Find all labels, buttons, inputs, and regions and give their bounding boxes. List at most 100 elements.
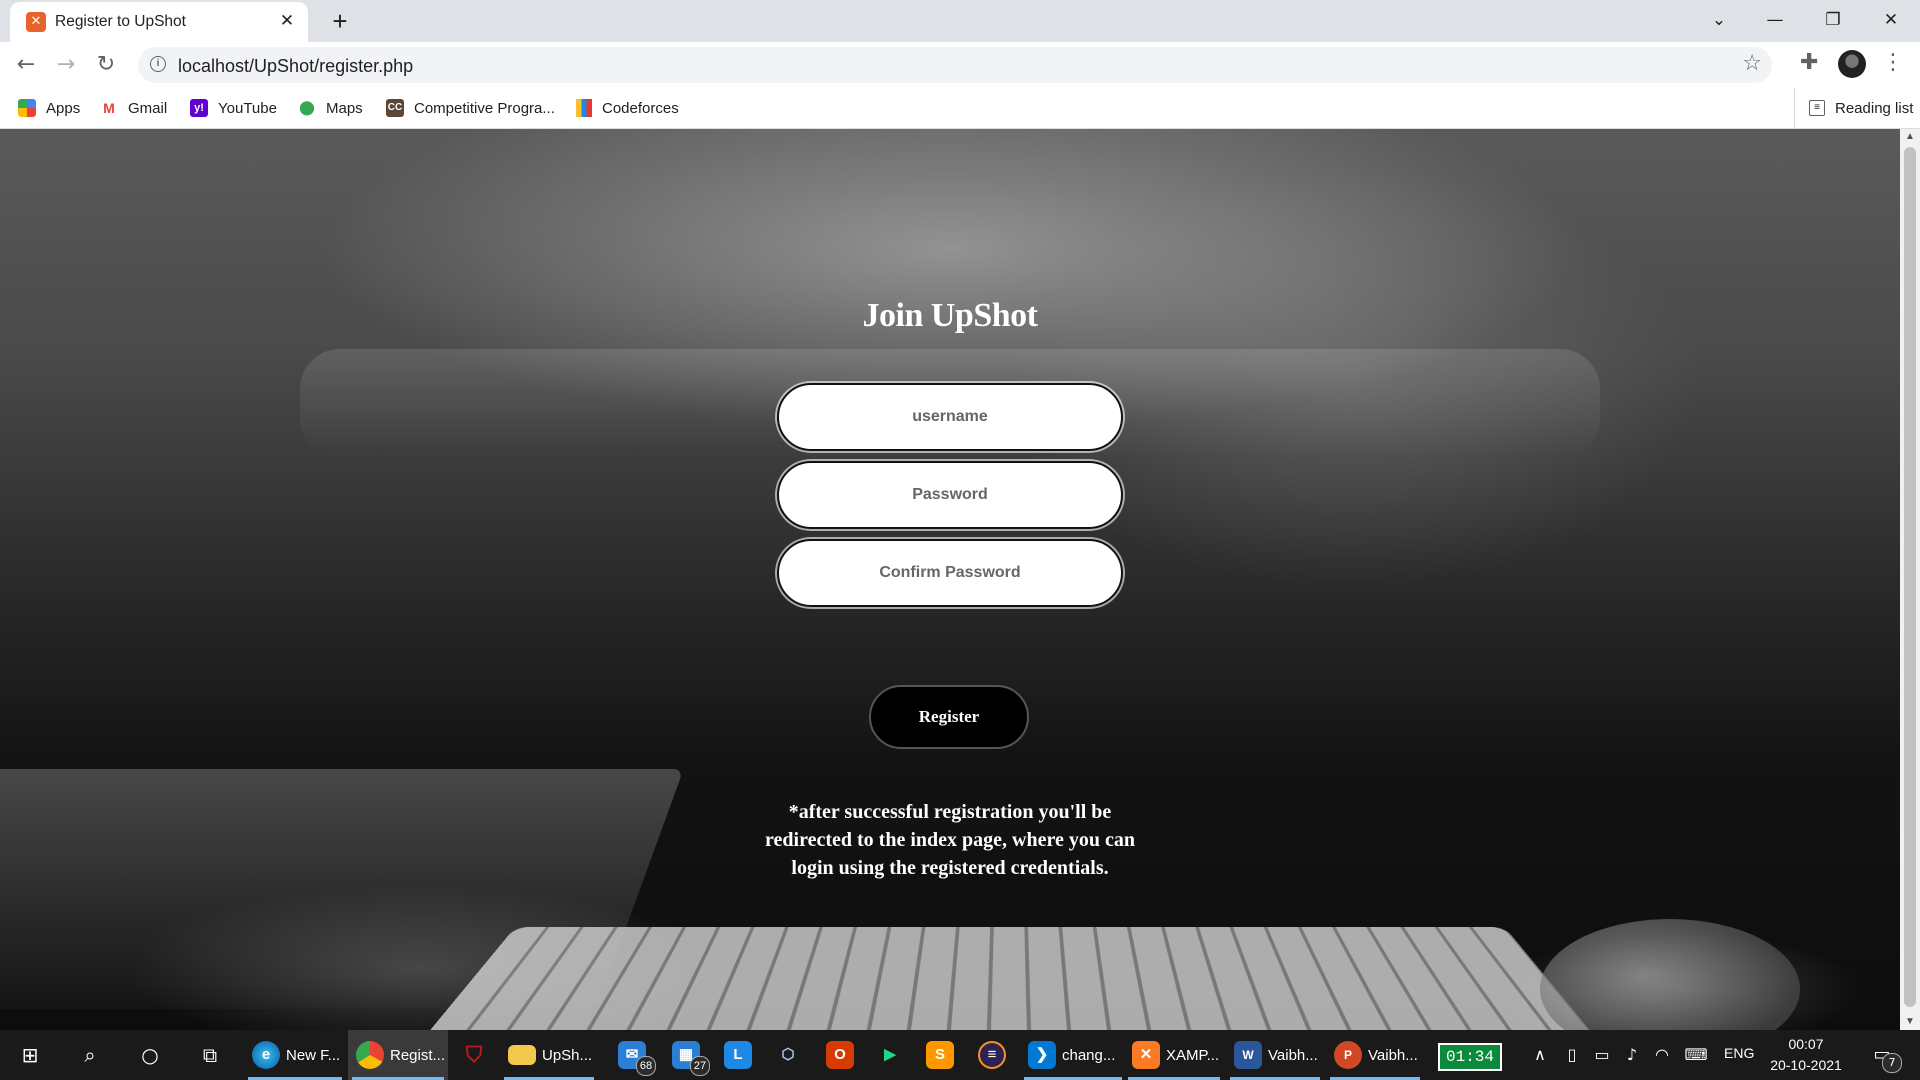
reload-icon[interactable]: ↻ [90,49,122,81]
volume-icon[interactable]: ♪ [1616,1039,1648,1071]
taskbar-app-explorer[interactable]: UpSh... [500,1030,598,1080]
tray-chevron-up-icon[interactable]: ∧ [1524,1039,1556,1071]
username-input[interactable] [777,383,1123,451]
taskbar-app-mcafee[interactable]: ⛉ [452,1030,496,1080]
site-info-icon[interactable]: i [150,56,166,72]
taskbar-app-label: Regist... [390,1046,446,1064]
browser-toolbar: ← → ↻ i localhost/UpShot/register.php ☆ … [0,42,1920,88]
sublime-icon: S [926,1041,954,1069]
taskbar: ⊞ ⌕ ○ ⧉ e New F... Regist... ⛉ UpSh... ✉… [0,1030,1920,1080]
bookmark-codeforces[interactable]: Codeforces [576,88,679,128]
search-icon[interactable]: ⌕ [74,1039,106,1071]
codechef-icon: CC [386,99,404,117]
l-app-icon: L [724,1041,752,1069]
taskbar-app-office[interactable]: O [818,1030,862,1080]
taskbar-app-label: Vaibh... [1268,1046,1318,1064]
taskbar-app-virtualbox[interactable]: ⬡ [766,1030,810,1080]
new-tab-button[interactable]: + [326,7,354,35]
notification-center-icon[interactable]: ▭ 7 [1866,1039,1902,1073]
taskbar-app-eclipse[interactable]: ≡ [970,1030,1014,1080]
bookmark-competitive[interactable]: CC Competitive Progra... [386,88,555,128]
bookmark-maps[interactable]: ⬤ Maps [298,88,363,128]
taskbar-app-label: UpSh... [542,1046,593,1064]
registration-note: *after successful registration you'll be… [765,801,1135,879]
taskbar-app-mail[interactable]: ✉ 68 [610,1030,656,1080]
url-text[interactable]: localhost/UpShot/register.php [178,56,413,77]
taskbar-app-label: chang... [1062,1046,1116,1064]
browser-menu-icon[interactable]: ⋮ [1882,50,1904,75]
page-viewport: Join UpShot Register *after successful r… [0,129,1900,1030]
taskbar-app-pycharm[interactable]: ▶ [868,1030,912,1080]
taskbar-app-label: Vaibh... [1368,1046,1418,1064]
bookmark-label: YouTube [218,99,277,117]
taskbar-app-chrome[interactable]: Regist... [348,1030,448,1080]
xampp-icon: ✕ [26,12,46,32]
bookmark-apps[interactable]: Apps [18,88,80,128]
system-clock[interactable]: 00:07 20-10-2021 [1766,1034,1846,1076]
maps-pin-icon: ⬤ [299,100,315,116]
keyboard-icon[interactable]: ⌨ [1680,1039,1712,1071]
register-button[interactable]: Register [869,685,1029,749]
vscode-icon: ❯ [1028,1041,1056,1069]
browser-tab-strip: ✕ Register to UpShot ✕ + ⌄ — ❐ ✕ [0,0,1920,42]
profile-avatar[interactable] [1838,50,1866,78]
cortana-icon[interactable]: ○ [134,1039,166,1071]
password-input[interactable] [777,461,1123,529]
reading-list[interactable]: ≡ Reading list [1794,88,1913,128]
restore-icon[interactable]: ❐ [1810,4,1856,36]
scroll-up-icon[interactable]: ▲ [1900,129,1920,145]
office-icon: O [826,1041,854,1069]
minimize-icon[interactable]: — [1752,4,1798,36]
clock-time: 00:07 [1788,1036,1824,1052]
window-close-icon[interactable]: ✕ [1868,4,1914,36]
taskbar-app-vscode[interactable]: ❯ chang... [1020,1030,1126,1080]
xampp-icon: ✕ [1132,1041,1160,1069]
reading-list-label: Reading list [1835,99,1914,117]
confirm-password-input[interactable] [777,539,1123,607]
edge-icon: e [252,1041,280,1069]
bookmark-label: Apps [46,99,81,117]
task-view-icon[interactable]: ⧉ [194,1039,226,1071]
battery-icon[interactable]: ▭ [1586,1039,1618,1071]
calendar-badge: 27 [690,1056,710,1076]
virtualbox-icon: ⬡ [781,1046,795,1063]
forward-arrow-icon[interactable]: → [50,49,82,81]
bookmark-youtube[interactable]: y! YouTube [190,88,277,128]
codeforces-icon [576,99,592,117]
timer-widget[interactable]: 01:34 [1438,1043,1502,1071]
address-bar[interactable]: i localhost/UpShot/register.php ☆ [138,47,1772,83]
taskbar-app-calendar[interactable]: ▦ 27 [664,1030,710,1080]
reading-list-icon: ≡ [1809,100,1825,116]
language-indicator[interactable]: ENG [1724,1045,1754,1061]
taskbar-app-sublime[interactable]: S [918,1030,962,1080]
bookmark-label: Codeforces [602,99,679,117]
bookmark-star-icon[interactable]: ☆ [1742,51,1762,76]
taskbar-app-edge[interactable]: e New F... [244,1030,346,1080]
mcafee-icon: ⛉ [465,1042,483,1067]
bookmark-label: Maps [326,99,363,117]
word-icon: W [1234,1041,1262,1069]
extensions-puzzle-icon[interactable]: ✚ [1800,50,1818,75]
scroll-thumb[interactable] [1904,147,1916,1007]
clock-date: 20-10-2021 [1770,1057,1842,1073]
page-scrollbar[interactable]: ▲ ▼ [1900,129,1920,1030]
tab-search-icon[interactable]: ⌄ [1696,4,1742,36]
taskbar-app-l[interactable]: L [716,1030,760,1080]
page-title: Join UpShot [862,297,1038,334]
taskbar-app-powerpoint[interactable]: P Vaibh... [1326,1030,1424,1080]
taskbar-app-xampp[interactable]: ✕ XAMP... [1124,1030,1224,1080]
taskbar-app-label: XAMP... [1166,1046,1220,1064]
bookmarks-bar: Apps M Gmail y! YouTube ⬤ Maps CC Compet… [0,88,1920,129]
bookmark-label: Competitive Progra... [414,99,555,117]
browser-tab[interactable]: ✕ Register to UpShot ✕ [10,2,308,42]
tab-close-icon[interactable]: ✕ [276,10,298,32]
notification-badge: 7 [1882,1053,1902,1073]
scroll-down-icon[interactable]: ▼ [1900,1014,1920,1030]
taskbar-app-word[interactable]: W Vaibh... [1226,1030,1324,1080]
bookmark-gmail[interactable]: M Gmail [100,88,167,128]
windows-start-icon[interactable]: ⊞ [14,1039,46,1071]
back-arrow-icon[interactable]: ← [10,49,42,81]
wifi-icon[interactable]: ◠ [1646,1039,1678,1071]
folder-icon [508,1045,536,1065]
tray-device-icon[interactable]: ▯ [1556,1039,1588,1071]
